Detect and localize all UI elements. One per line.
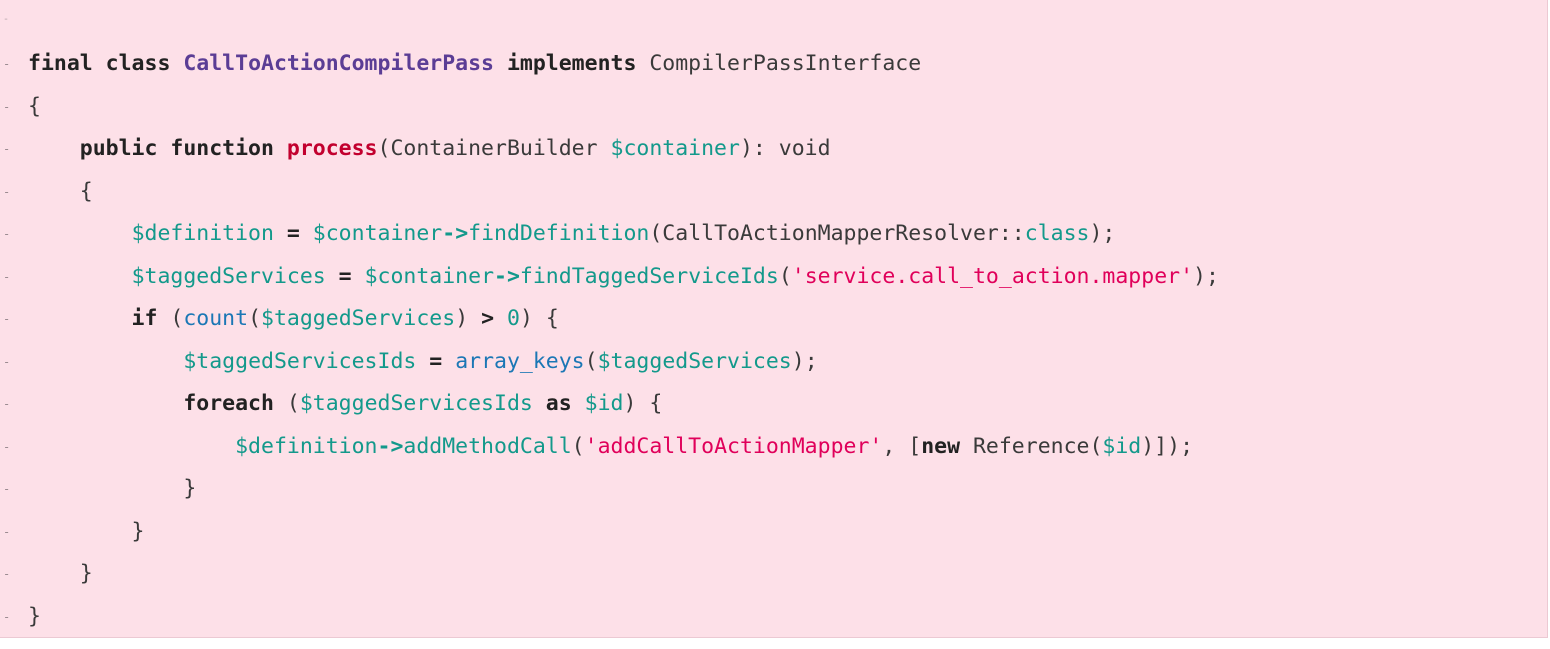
code-token: $container — [364, 263, 495, 289]
code-token: $taggedServicesIds — [183, 348, 417, 374]
code-token: final class — [28, 51, 184, 76]
diff-removed-marker: - — [3, 312, 11, 326]
code-token: ( — [157, 306, 184, 331]
code-token: addMethodCall — [403, 433, 572, 459]
code-token: public function — [28, 136, 287, 161]
code-line-text: { — [28, 86, 41, 129]
code-line-text: public function process(ContainerBuilder… — [28, 128, 831, 171]
code-token: -> — [494, 263, 520, 289]
code-token: ( — [273, 391, 300, 416]
code-token: ) { — [519, 306, 559, 331]
code-line-text: final class CallToActionCompilerPass imp… — [28, 43, 921, 86]
code-token: = — [273, 221, 313, 246]
code-token: ( — [778, 263, 792, 289]
code-line-text: $definition->addMethodCall('addCallToAct… — [28, 426, 1193, 469]
code-token: ); — [1193, 263, 1219, 289]
code-token: new — [921, 433, 961, 459]
diff-removed-marker: - — [3, 354, 11, 369]
code-token: (ContainerBuilder — [377, 136, 611, 161]
diff-removed-marker: - — [3, 524, 11, 539]
code-token: 0 — [507, 306, 520, 331]
code-token: -> — [377, 433, 404, 459]
code-token: 'addCallToActionMapper' — [584, 433, 883, 459]
code-token: $id — [1102, 433, 1142, 459]
diff-removed-marker: - — [3, 482, 11, 496]
code-token: = — [416, 348, 456, 374]
code-line-text: foreach ($taggedServicesIds as $id) { — [28, 383, 662, 426]
code-token: class — [1024, 221, 1090, 246]
code-line-text: $definition = $container->findDefinition… — [28, 213, 1116, 256]
code-token: implements — [494, 51, 637, 76]
removed-code-diff-block: - - final class CallToActionCompilerPass … — [0, 0, 1548, 638]
code-line-text: } — [28, 553, 93, 596]
diff-removed-marker: - — [3, 439, 11, 454]
code-token: ) — [455, 306, 482, 331]
code-token: ( — [248, 306, 262, 331]
code-line-text: } — [28, 596, 41, 639]
code-token: )]); — [1141, 433, 1194, 459]
code-token: 'service.call_to_action.mapper' — [791, 263, 1194, 289]
code-token: } — [28, 476, 197, 501]
code-token: = — [325, 263, 365, 289]
code-line-text: } — [28, 468, 196, 511]
diff-removed-marker: - — [3, 99, 11, 114]
code-token: $taggedServices — [131, 263, 326, 289]
code-token: { — [28, 178, 93, 204]
diff-removed-marker: - — [3, 397, 11, 411]
code-token: ); — [791, 348, 818, 374]
diff-removed-marker: - — [3, 57, 11, 71]
code-token: CallToActionCompilerPass — [183, 51, 495, 76]
diff-removed-marker: - — [3, 269, 11, 284]
code-token: $taggedServices — [597, 348, 792, 374]
code-token: findDefinition — [468, 221, 650, 246]
diff-removed-marker: - — [3, 567, 11, 581]
code-token: } — [28, 561, 93, 586]
code-line-text: $taggedServices = $container->findTagged… — [28, 256, 1219, 299]
code-token: if — [28, 306, 158, 331]
code-token: $container — [610, 136, 740, 161]
code-line-text: $taggedServicesIds = array_keys($taggedS… — [28, 341, 818, 384]
diff-removed-marker: - — [3, 142, 11, 156]
code-token: CompilerPassInterface — [636, 51, 922, 76]
code-token: ( — [571, 433, 585, 459]
code-token: } — [28, 518, 145, 544]
code-token: ): void — [739, 136, 831, 161]
code-token: $taggedServicesIds — [299, 391, 533, 416]
code-token: foreach — [28, 391, 274, 416]
code-token: $container — [312, 221, 443, 246]
code-token: $definition — [235, 433, 378, 459]
code-token: } — [28, 603, 41, 629]
code-token: process — [286, 136, 378, 161]
diff-removed-marker: - — [3, 184, 11, 199]
code-token: $id — [584, 391, 624, 416]
code-token: -> — [442, 221, 469, 246]
code-token: findTaggedServiceIds — [519, 263, 779, 289]
diff-removed-marker: - — [3, 609, 11, 624]
code-token: Reference( — [960, 433, 1103, 459]
code-token: > — [481, 306, 495, 331]
code-token: $taggedServices — [261, 306, 456, 331]
code-token: , [ — [882, 433, 922, 459]
code-token: array_keys — [455, 348, 585, 374]
code-token: $definition — [131, 221, 274, 246]
code-token: (CallToActionMapperResolver:: — [649, 221, 1025, 246]
code-token: as — [532, 391, 585, 416]
code-token: ( — [584, 348, 598, 374]
code-line-text: if (count($taggedServices) > 0) { — [28, 298, 559, 341]
code-line-text: } — [28, 511, 145, 554]
code-token: { — [28, 93, 41, 119]
code-token: count — [183, 306, 249, 331]
diff-removed-marker: - — [3, 227, 11, 241]
code-token: ) { — [623, 391, 663, 416]
diff-gutter-marker-top: - — [3, 14, 10, 25]
code-line-text: { — [28, 171, 93, 214]
code-token: ); — [1089, 221, 1116, 246]
